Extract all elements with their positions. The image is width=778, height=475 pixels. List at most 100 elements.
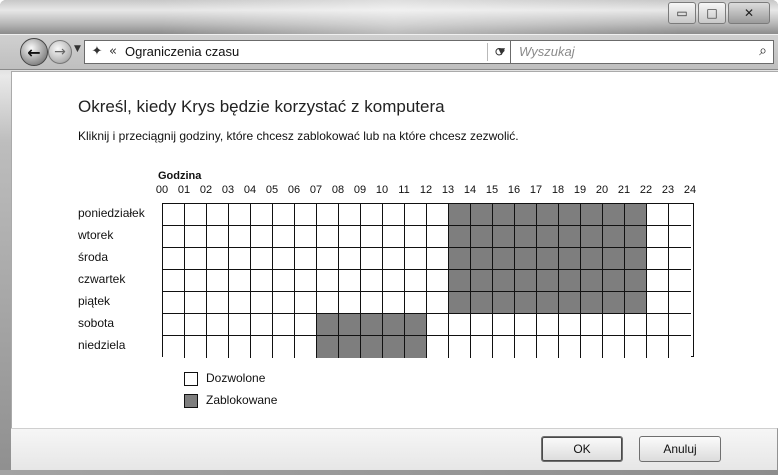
hour-cell-allowed[interactable] [273, 336, 295, 358]
hour-cell-allowed[interactable] [603, 314, 625, 336]
hour-cell-allowed[interactable] [229, 336, 251, 358]
hour-cell-allowed[interactable] [273, 292, 295, 314]
hour-cell-blocked[interactable] [361, 336, 383, 358]
hour-cell-blocked[interactable] [449, 204, 471, 226]
hour-cell-allowed[interactable] [339, 292, 361, 314]
hour-cell-allowed[interactable] [295, 204, 317, 226]
hour-cell-allowed[interactable] [669, 292, 691, 314]
hour-cell-blocked[interactable] [603, 270, 625, 292]
hour-cell-allowed[interactable] [603, 336, 625, 358]
hour-cell-blocked[interactable] [317, 336, 339, 358]
hour-cell-allowed[interactable] [669, 226, 691, 248]
hour-cell-allowed[interactable] [207, 314, 229, 336]
hour-cell-blocked[interactable] [405, 336, 427, 358]
hour-cell-blocked[interactable] [493, 226, 515, 248]
hour-cell-allowed[interactable] [625, 314, 647, 336]
hour-cell-allowed[interactable] [229, 314, 251, 336]
hour-cell-allowed[interactable] [317, 226, 339, 248]
hour-cell-allowed[interactable] [537, 314, 559, 336]
maximize-button[interactable]: □ [698, 2, 726, 24]
hour-cell-allowed[interactable] [185, 270, 207, 292]
hour-cell-allowed[interactable] [559, 314, 581, 336]
hour-cell-blocked[interactable] [471, 204, 493, 226]
hour-cell-allowed[interactable] [361, 292, 383, 314]
hour-cell-blocked[interactable] [405, 314, 427, 336]
hour-cell-allowed[interactable] [427, 336, 449, 358]
hour-cell-allowed[interactable] [427, 292, 449, 314]
hour-cell-blocked[interactable] [581, 226, 603, 248]
hour-cell-allowed[interactable] [427, 314, 449, 336]
hour-cell-allowed[interactable] [339, 270, 361, 292]
hour-cell-allowed[interactable] [427, 204, 449, 226]
hour-cell-allowed[interactable] [537, 336, 559, 358]
hour-cell-allowed[interactable] [471, 336, 493, 358]
hour-cell-allowed[interactable] [317, 248, 339, 270]
hour-cell-allowed[interactable] [207, 226, 229, 248]
hour-cell-blocked[interactable] [515, 226, 537, 248]
hour-cell-allowed[interactable] [339, 204, 361, 226]
hour-cell-blocked[interactable] [449, 248, 471, 270]
hour-cell-allowed[interactable] [427, 270, 449, 292]
hour-cell-allowed[interactable] [273, 226, 295, 248]
hour-cell-allowed[interactable] [295, 336, 317, 358]
hour-cell-allowed[interactable] [273, 248, 295, 270]
hour-cell-allowed[interactable] [339, 248, 361, 270]
hour-cell-allowed[interactable] [383, 248, 405, 270]
hour-cell-allowed[interactable] [163, 248, 185, 270]
title-bar[interactable]: ▭ □ ✕ [0, 0, 778, 34]
hour-cell-blocked[interactable] [383, 336, 405, 358]
hour-cell-blocked[interactable] [559, 248, 581, 270]
cancel-button[interactable]: Anuluj [639, 436, 721, 462]
hour-cell-blocked[interactable] [471, 292, 493, 314]
hour-cell-allowed[interactable] [339, 226, 361, 248]
hour-cell-allowed[interactable] [317, 292, 339, 314]
minimize-button[interactable]: ▭ [668, 2, 696, 24]
hour-cell-blocked[interactable] [581, 270, 603, 292]
hour-cell-blocked[interactable] [471, 248, 493, 270]
hour-cell-blocked[interactable] [449, 270, 471, 292]
hour-cell-blocked[interactable] [493, 292, 515, 314]
hour-cell-allowed[interactable] [317, 204, 339, 226]
hour-cell-allowed[interactable] [405, 248, 427, 270]
hour-cell-allowed[interactable] [163, 270, 185, 292]
hour-cell-blocked[interactable] [449, 226, 471, 248]
hour-cell-blocked[interactable] [603, 248, 625, 270]
hour-cell-allowed[interactable] [251, 314, 273, 336]
hour-cell-blocked[interactable] [449, 292, 471, 314]
hour-cell-allowed[interactable] [647, 226, 669, 248]
hour-cell-allowed[interactable] [185, 204, 207, 226]
hour-cell-allowed[interactable] [515, 336, 537, 358]
hour-cell-allowed[interactable] [163, 204, 185, 226]
hour-cell-allowed[interactable] [251, 204, 273, 226]
hour-cell-blocked[interactable] [515, 248, 537, 270]
hour-cell-allowed[interactable] [229, 270, 251, 292]
hour-cell-blocked[interactable] [625, 270, 647, 292]
hour-cell-allowed[interactable] [317, 270, 339, 292]
search-icon[interactable]: ⌕ [759, 43, 767, 59]
hour-cell-blocked[interactable] [537, 248, 559, 270]
hour-cell-allowed[interactable] [647, 336, 669, 358]
hour-cell-allowed[interactable] [515, 314, 537, 336]
hour-cell-allowed[interactable] [383, 226, 405, 248]
hour-cell-allowed[interactable] [427, 226, 449, 248]
hour-cell-allowed[interactable] [273, 204, 295, 226]
hour-cell-blocked[interactable] [625, 248, 647, 270]
hour-cell-allowed[interactable] [295, 292, 317, 314]
hour-cell-allowed[interactable] [251, 248, 273, 270]
ok-button[interactable]: OK [541, 436, 623, 462]
hour-cell-allowed[interactable] [163, 292, 185, 314]
hour-cell-blocked[interactable] [625, 292, 647, 314]
hour-cell-allowed[interactable] [361, 204, 383, 226]
hour-cell-allowed[interactable] [449, 336, 471, 358]
hour-cell-blocked[interactable] [625, 204, 647, 226]
hour-cell-allowed[interactable] [207, 204, 229, 226]
hour-cell-blocked[interactable] [537, 204, 559, 226]
refresh-button[interactable]: ⟳ [487, 43, 512, 61]
hour-cell-blocked[interactable] [471, 270, 493, 292]
hour-cell-blocked[interactable] [603, 204, 625, 226]
hour-cell-blocked[interactable] [515, 292, 537, 314]
hour-cell-blocked[interactable] [339, 336, 361, 358]
hour-cell-blocked[interactable] [559, 292, 581, 314]
hour-cell-allowed[interactable] [471, 314, 493, 336]
hour-cell-allowed[interactable] [207, 292, 229, 314]
